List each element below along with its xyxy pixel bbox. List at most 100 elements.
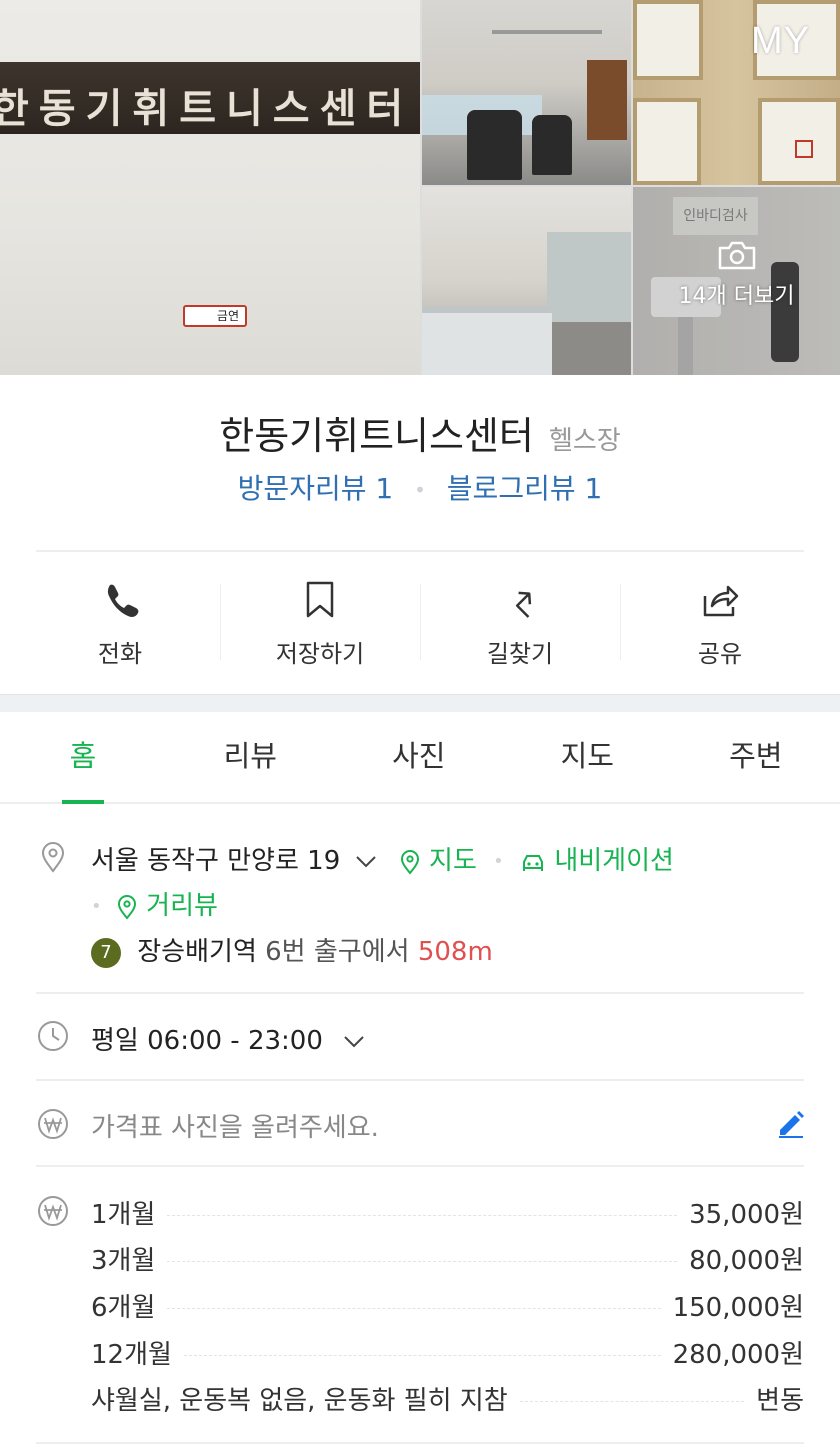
navigation-link[interactable]: 내비게이션 (520, 846, 674, 876)
action-label: 길찾기 (486, 640, 554, 668)
leader-line (167, 1307, 661, 1309)
more-photos-button[interactable]: 14개 더보기 (633, 240, 840, 310)
action-label: 전화 (97, 640, 143, 668)
price-upload-prompt[interactable]: 가격표 사진을 올려주세요. (91, 1107, 379, 1144)
address-line: 서울 동작구 만양로 19 지도 • 내비게이션 (91, 840, 674, 877)
gym-floor-photo[interactable] (422, 187, 631, 375)
subway-line: 7 장승배기역 6번 출구에서 508m (91, 931, 493, 968)
locker (587, 60, 627, 140)
chair (467, 110, 522, 180)
pin-icon (400, 849, 419, 875)
location-pin-icon (41, 842, 65, 873)
my-button[interactable]: MY (751, 20, 810, 63)
certificate-frame (633, 98, 701, 185)
no-smoking-sticker: 금연 (183, 305, 247, 327)
tab-photos[interactable]: 사진 (335, 712, 504, 802)
price-value: 80,000원 (689, 1245, 804, 1276)
price-value: 150,000원 (672, 1292, 804, 1323)
section-gap (0, 694, 840, 712)
map-link[interactable]: 지도 (399, 846, 485, 876)
review-links: 방문자리뷰 1 • 블로그리뷰 1 (0, 467, 840, 507)
seal-stamp (795, 140, 813, 158)
price-name: 6개월 (91, 1292, 156, 1323)
chair (532, 115, 572, 175)
pin-icon (117, 894, 136, 920)
won-icon (38, 1196, 68, 1226)
action-label: 공유 (697, 640, 743, 668)
exit-text: 6번 출구에서 (265, 937, 410, 967)
lobby-photo[interactable] (422, 0, 631, 185)
directions-button[interactable]: 길찾기 (420, 570, 620, 680)
price-row: 1개월 35,000원 (91, 1194, 804, 1230)
separator-dot: • (493, 851, 504, 872)
blog-review-link[interactable]: 블로그리뷰 1 (447, 472, 603, 505)
camera-icon (718, 241, 755, 270)
leader-line (167, 1260, 678, 1262)
share-icon (703, 585, 739, 617)
title-line: 한동기휘트니스센터 헬스장 (0, 405, 840, 460)
visitor-review-link[interactable]: 방문자리뷰 1 (238, 472, 394, 505)
price-value: 변동 (756, 1385, 804, 1416)
phone-icon (107, 584, 139, 617)
divider (36, 1079, 804, 1081)
hours-line[interactable]: 평일 06:00 - 23:00 (91, 1020, 365, 1057)
price-row: 6개월 150,000원 (91, 1287, 804, 1323)
subway-line-badge: 7 (91, 937, 121, 968)
more-photos-label: 14개 더보기 (678, 284, 795, 309)
tab-reviews[interactable]: 리뷰 (166, 712, 335, 802)
address-text[interactable]: 서울 동작구 만양로 19 (91, 846, 340, 876)
street-view-line: • 거리뷰 (91, 885, 218, 922)
hours-text: 평일 06:00 - 23:00 (91, 1026, 323, 1056)
price-name: 12개월 (91, 1339, 172, 1370)
distance-text: 508m (417, 937, 493, 967)
certificate-frame (633, 0, 703, 80)
gym-wall (547, 232, 631, 322)
chevron-down-icon[interactable] (355, 855, 377, 869)
tab-bar: 홈 리뷰 사진 지도 주변 (0, 712, 840, 804)
price-name: 1개월 (91, 1199, 156, 1230)
price-row: 샤월실, 운동복 없음, 운동화 필히 지참 변동 (91, 1380, 804, 1416)
won-icon (38, 1109, 68, 1139)
leader-line (183, 1354, 661, 1356)
tab-nearby[interactable]: 주변 (672, 712, 840, 802)
station-name: 장승배기역 (137, 937, 257, 967)
leader-line (519, 1400, 745, 1402)
save-button[interactable]: 저장하기 (220, 570, 420, 680)
tab-map[interactable]: 지도 (503, 712, 672, 802)
pencil-icon[interactable] (776, 1108, 806, 1138)
street-view-link[interactable]: 거리뷰 (116, 891, 218, 921)
place-header: 한동기휘트니스센터 헬스장 방문자리뷰 1 • 블로그리뷰 1 (0, 375, 840, 550)
place-category: 헬스장 (548, 426, 621, 456)
separator-dot: • (414, 478, 426, 502)
photo-gallery: 한동기휘트니스센터 금연 인바디검사 MY 14개 더보기 (0, 0, 840, 375)
price-value: 280,000원 (672, 1339, 804, 1370)
call-button[interactable]: 전화 (20, 570, 220, 680)
place-name: 한동기휘트니스센터 (219, 414, 534, 458)
chevron-down-icon (344, 1035, 364, 1047)
tab-home[interactable]: 홈 (0, 712, 166, 804)
reception-counter (422, 307, 552, 375)
divider (36, 550, 804, 552)
price-row: 12개월 280,000원 (91, 1334, 804, 1370)
main-photo[interactable]: 한동기휘트니스센터 금연 (0, 0, 420, 375)
clock-icon (38, 1021, 68, 1051)
price-name: 샤월실, 운동복 없음, 운동화 필히 지참 (91, 1385, 508, 1416)
navigation-link-label: 내비게이션 (554, 846, 674, 876)
divider (36, 992, 804, 994)
share-button[interactable]: 공유 (620, 570, 820, 680)
coat-rack (492, 30, 602, 34)
divider (36, 1165, 804, 1167)
price-row: 3개월 80,000원 (91, 1240, 804, 1276)
action-bar: 전화 저장하기 길찾기 공유 (20, 570, 820, 680)
sign-text: 한동기휘트니스센터 (0, 86, 414, 132)
price-name: 3개월 (91, 1245, 156, 1276)
divider (36, 1442, 804, 1444)
car-icon (523, 854, 544, 871)
gym-floor (552, 322, 631, 375)
map-link-label: 지도 (429, 846, 477, 876)
directions-icon (515, 591, 532, 618)
leader-line (167, 1214, 678, 1216)
price-value: 35,000원 (689, 1199, 804, 1230)
bookmark-icon (306, 581, 334, 618)
street-view-label: 거리뷰 (146, 891, 218, 921)
